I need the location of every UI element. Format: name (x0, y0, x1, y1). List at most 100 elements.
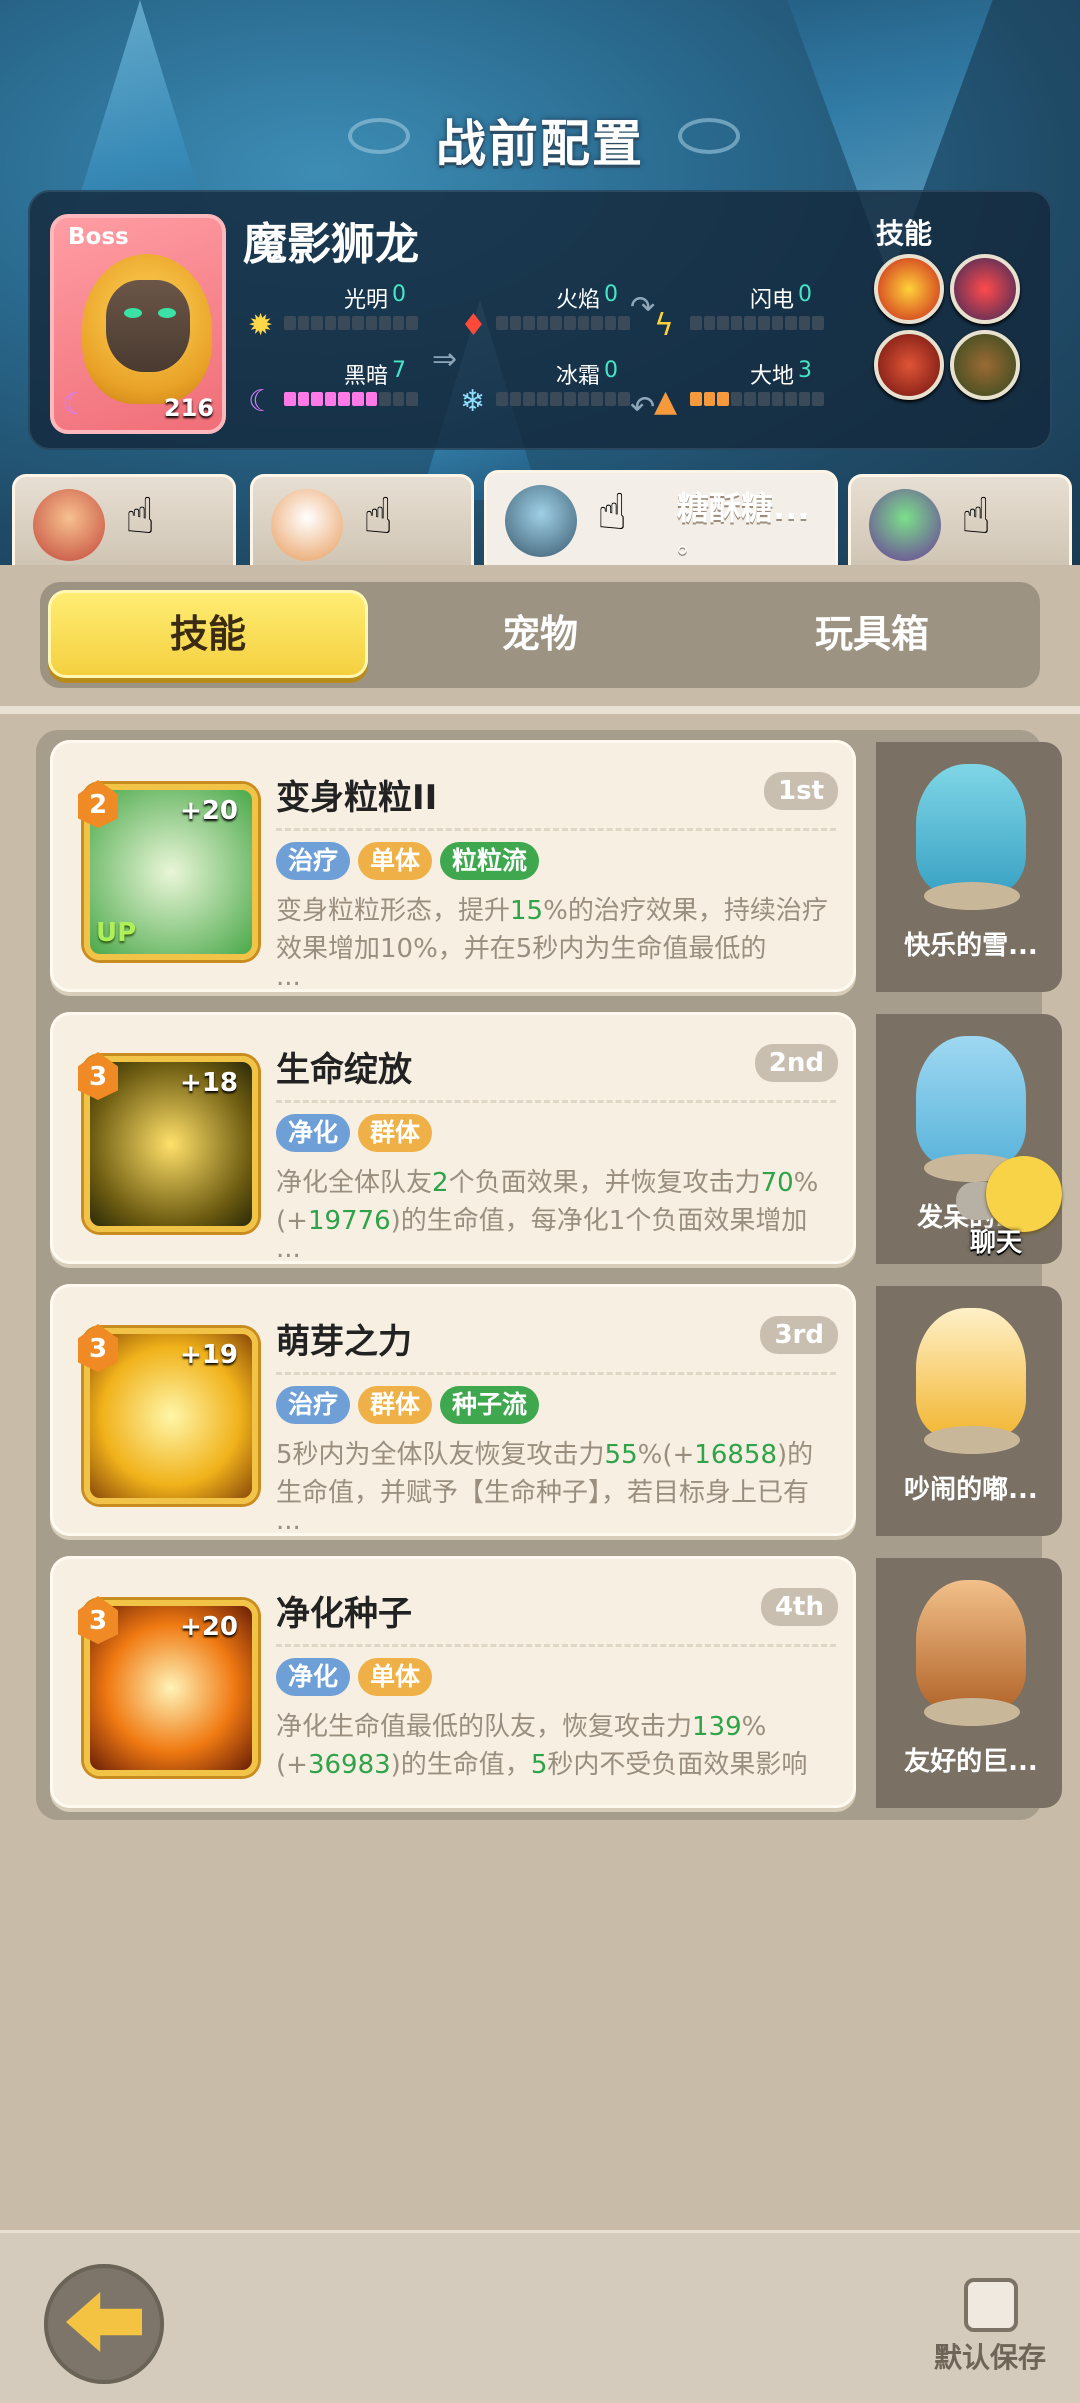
skill-card[interactable]: 3 +19 萌芽之力 3rd 治疗 群体 种子流 5秒内为全体队友恢复攻击力55… (50, 1284, 856, 1536)
element-stat-earth: 大地 3 ▲ (654, 358, 854, 419)
skill-card[interactable]: 2 +20 UP 变身粒粒II 1st 治疗 单体 粒粒流 变身粒粒形态，提升1… (50, 740, 856, 992)
skill-title: 净化种子 (276, 1594, 412, 1634)
stat-bar (496, 316, 630, 330)
stat-bar-segment (536, 316, 549, 330)
element-stat-dark: 黑暗 7 ☾ (248, 358, 448, 419)
pet-name: 友好的巨... (904, 1747, 1038, 1777)
hero-avatar (33, 489, 105, 561)
description-ellipsis: ... (276, 1506, 301, 1536)
stat-bar-segment (351, 392, 364, 406)
stat-bar-segment (563, 392, 576, 406)
back-button[interactable] (44, 2264, 164, 2384)
stat-bar-segment (523, 316, 535, 330)
skill-tag: 群体 (358, 1386, 433, 1424)
stat-label: 光明 (343, 288, 388, 313)
boss-skills-label: 技能 (876, 217, 933, 250)
stat-bar-segment (311, 392, 323, 406)
boss-eye (158, 308, 176, 318)
skill-tag: 粒粒流 (440, 842, 540, 880)
tab-toybox[interactable]: 玩具箱 (712, 590, 1032, 678)
drag-hand-icon: ☝ (125, 487, 156, 545)
stat-bar-segment (812, 392, 824, 406)
boss-skill-claw-icon[interactable] (874, 330, 944, 400)
skill-rank: 4th (760, 1588, 838, 1626)
skill-tags: 净化 单体 (276, 1658, 433, 1696)
stat-bar-segment (509, 392, 522, 406)
pet-avatar (916, 1308, 1026, 1438)
stat-bar-segment (284, 392, 296, 406)
skill-description: 变身粒粒形态，提升15%的治疗效果，持续治疗效果增加10%，并在5秒内为生命值最… (276, 896, 828, 964)
pet-avatar (916, 1580, 1026, 1710)
boss-portrait[interactable]: Boss ☾ 216 (50, 214, 226, 434)
stat-bar-segment (717, 316, 729, 330)
stat-bar (690, 392, 824, 406)
stat-bar-segment (604, 316, 617, 330)
stat-bar-segment (496, 392, 508, 406)
stat-bar-segment (798, 316, 811, 330)
boss-skill-bird-icon[interactable] (950, 254, 1020, 324)
stat-bar-segment (757, 316, 770, 330)
boss-skill-beast-icon[interactable] (950, 330, 1020, 400)
chat-button[interactable]: 聊天 (956, 1156, 1066, 1258)
divider (0, 706, 1080, 714)
pet-pedestal (924, 1426, 1020, 1454)
skill-bonus: +19 (180, 1340, 238, 1370)
stat-bar-segment (550, 392, 562, 406)
team-slot-1[interactable]: ☝ (12, 474, 236, 569)
skill-tag: 单体 (358, 842, 433, 880)
tab-skills[interactable]: 技能 (48, 590, 368, 678)
stat-bar-segment (591, 392, 603, 406)
stat-bar-segment (550, 316, 562, 330)
skill-level-badge: 3 (78, 1052, 118, 1100)
stat-bar-segment (798, 392, 811, 406)
skill-sprout-icon: 3 +19 (78, 1324, 258, 1504)
skill-card[interactable]: 3 +18 生命绽放 2nd 净化 群体 净化全体队友2个负面效果，并恢复攻击力… (50, 1012, 856, 1264)
tab-pets[interactable]: 宠物 (380, 590, 700, 678)
skill-title: 生命绽放 (276, 1050, 412, 1090)
stat-bar-segment (771, 392, 784, 406)
skill-tags: 治疗 单体 粒粒流 (276, 842, 540, 880)
skill-tag: 种子流 (440, 1386, 540, 1424)
stat-bar-segment (744, 316, 756, 330)
skill-tags: 治疗 群体 种子流 (276, 1386, 540, 1424)
stat-label: 黑暗 (343, 364, 388, 389)
stat-bar (690, 316, 824, 330)
page-title: 战前配置 (436, 115, 644, 173)
pet-slot[interactable]: 快乐的雪... (876, 742, 1062, 992)
skill-card[interactable]: 3 +20 净化种子 4th 净化 单体 净化生命值最低的队友，恢复攻击力139… (50, 1556, 856, 1808)
smiley-icon (986, 1156, 1062, 1232)
stat-bar-segment (324, 392, 337, 406)
stat-bar-segment (297, 392, 310, 406)
skill-tag: 净化 (276, 1658, 351, 1696)
stat-bar-segment (406, 316, 418, 330)
stat-bar-segment (496, 316, 508, 330)
stat-bar-segment (618, 392, 630, 406)
stat-bar-segment (785, 392, 797, 406)
skill-flame-seed-icon: 3 +20 (78, 1596, 258, 1776)
pet-slot[interactable]: 吵闹的嘟... (876, 1286, 1062, 1536)
team-slot-2[interactable]: ☝ (250, 474, 474, 569)
boss-name: 魔影狮龙 (243, 219, 419, 270)
stat-bar-segment (365, 392, 378, 406)
team-slot-4[interactable]: ☝ (848, 474, 1072, 569)
stat-bar-segment (604, 392, 617, 406)
skill-rank: 3rd (760, 1316, 838, 1354)
stat-value: 0 (604, 282, 618, 307)
stat-bar-segment (757, 392, 770, 406)
pet-name: 快乐的雪... (904, 931, 1038, 961)
drag-hand-icon: ☝ (961, 487, 992, 545)
default-save-checkbox[interactable] (964, 2278, 1018, 2332)
stat-bar (284, 392, 418, 406)
stat-bar-segment (379, 316, 391, 330)
stat-bar-segment (509, 316, 522, 330)
stat-bar-segment (284, 316, 296, 330)
stat-bar-segment (730, 392, 743, 406)
divider (276, 828, 836, 831)
team-slot-3[interactable]: ☝ 糖酥糖... 。 (484, 470, 838, 573)
stat-bar-segment (365, 316, 378, 330)
skill-heart-flower-icon: 3 +18 (78, 1052, 258, 1232)
divider (276, 1100, 836, 1103)
pet-slot[interactable]: 友好的巨... (876, 1558, 1062, 1808)
boss-skill-fire-icon[interactable] (874, 254, 944, 324)
pet-name: 吵闹的嘟... (904, 1475, 1038, 1505)
